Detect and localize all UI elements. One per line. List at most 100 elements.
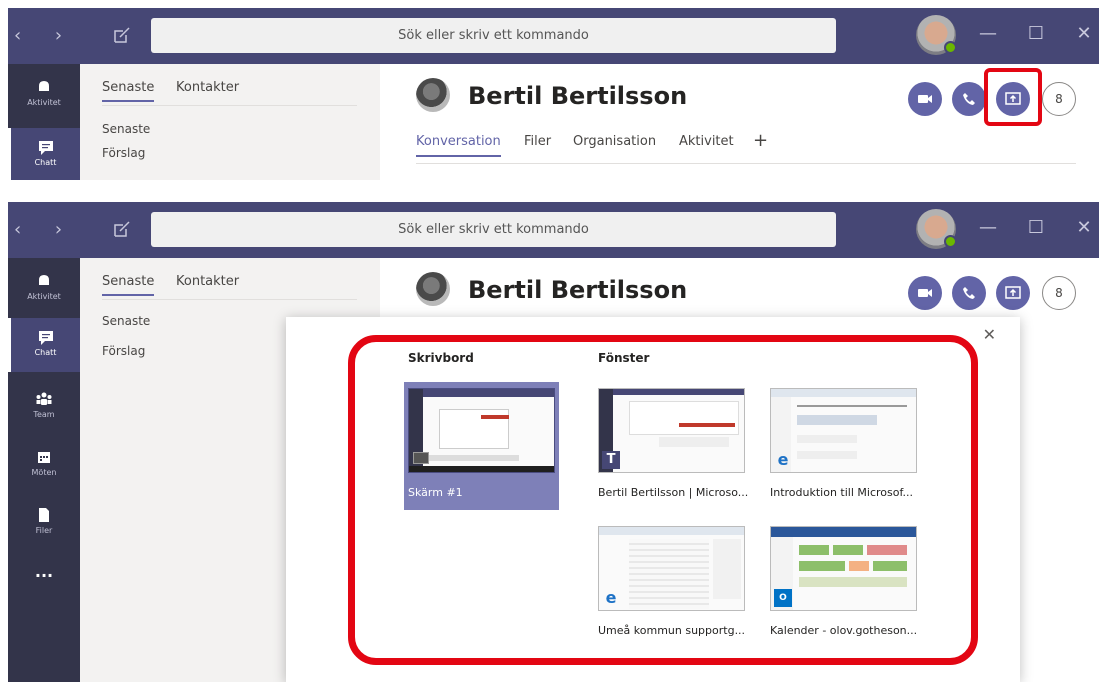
- rail-teams-label: Team: [33, 410, 55, 419]
- rail-chat-label: Chatt: [34, 348, 57, 357]
- phone-icon: [963, 93, 975, 105]
- chat-icon: [38, 331, 53, 345]
- rail-chat[interactable]: Chatt: [8, 128, 80, 180]
- window-label: Introduktion till Microsof...: [770, 486, 914, 499]
- search-input[interactable]: Sök eller skriv ett kommando: [151, 212, 836, 247]
- windows-heading: Fönster: [598, 351, 650, 365]
- desktop-screen-label: Skärm #1: [408, 486, 463, 499]
- add-people-button[interactable]: 8: [1042, 82, 1076, 116]
- video-camera-icon: [918, 95, 932, 103]
- rail-teams[interactable]: Team: [8, 384, 80, 432]
- share-screen-dialog: ✕ Skrivbord Fönster Skärm #1 T Bertil Be…: [286, 317, 1020, 682]
- presence-available-icon: [944, 41, 957, 54]
- edge-icon: e: [777, 450, 789, 469]
- window-thumbnail: T: [598, 388, 745, 473]
- window-thumbnail: e: [598, 526, 745, 611]
- desktop-thumbnail: [408, 388, 555, 473]
- add-people-button[interactable]: 8: [1042, 276, 1076, 310]
- tab-files[interactable]: Filer: [524, 134, 551, 149]
- close-window-button[interactable]: ✕: [1070, 20, 1098, 48]
- audio-call-button[interactable]: [952, 82, 986, 116]
- rail-chat-label: Chatt: [34, 158, 57, 167]
- tab-conversation[interactable]: Konversation: [416, 134, 501, 157]
- rail-files-label: Filer: [35, 526, 53, 535]
- history-nav[interactable]: ‹ ›: [14, 219, 76, 240]
- minimize-button[interactable]: —: [974, 20, 1002, 48]
- title-bar: ‹ › Sök eller skriv ett kommando — ☐ ✕: [8, 202, 1099, 258]
- divider: [102, 299, 357, 300]
- rail-activity[interactable]: Aktivitet: [8, 70, 80, 118]
- tab-activity[interactable]: Aktivitet: [679, 134, 734, 149]
- app-rail: Aktivitet Chatt: [8, 64, 80, 180]
- compose-icon[interactable]: [112, 25, 132, 45]
- window-tile-edge-support[interactable]: e Umeå kommun supportg...: [594, 520, 749, 648]
- rail-files[interactable]: Filer: [8, 500, 80, 548]
- user-avatar[interactable]: [916, 209, 957, 249]
- calendar-icon: [38, 452, 50, 463]
- teams-window-share: ‹ › Sök eller skriv ett kommando — ☐ ✕ A…: [8, 202, 1099, 682]
- chat-icon: [38, 141, 53, 155]
- teams-window-top: ‹ › Sök eller skriv ett kommando — ☐ ✕ A…: [8, 8, 1099, 180]
- teams-icon: [36, 392, 52, 405]
- list-item-recent[interactable]: Senaste: [102, 122, 150, 136]
- add-tab-button[interactable]: +: [753, 130, 768, 151]
- share-screen-button[interactable]: [996, 276, 1030, 310]
- rail-meetings-label: Möten: [31, 468, 57, 477]
- contact-avatar: [416, 272, 450, 306]
- maximize-button[interactable]: ☐: [1022, 20, 1050, 48]
- compose-icon[interactable]: [112, 219, 132, 239]
- file-icon: [39, 508, 49, 522]
- minimize-button[interactable]: —: [974, 214, 1002, 242]
- tab-contacts[interactable]: Kontakter: [176, 274, 239, 289]
- contact-name: Bertil Bertilsson: [468, 82, 688, 110]
- bell-icon: [39, 275, 49, 287]
- share-screen-icon: [1005, 286, 1021, 299]
- phone-icon: [963, 287, 975, 299]
- video-call-button[interactable]: [908, 82, 942, 116]
- search-input[interactable]: Sök eller skriv ett kommando: [151, 18, 836, 53]
- contact-avatar: [416, 78, 450, 112]
- edge-icon: e: [605, 588, 617, 607]
- window-label: Bertil Bertilsson | Microso...: [598, 486, 748, 499]
- window-label: Umeå kommun supportg...: [598, 624, 746, 637]
- desktop-heading: Skrivbord: [408, 351, 474, 365]
- tab-organisation[interactable]: Organisation: [573, 134, 656, 149]
- desktop-screen-tile[interactable]: Skärm #1: [404, 382, 559, 510]
- list-item-suggestions[interactable]: Förslag: [102, 344, 145, 358]
- chat-list-pane: Senaste Kontakter Senaste Förslag: [80, 64, 380, 180]
- share-button-highlight: [984, 68, 1042, 126]
- window-tile-edge-intro[interactable]: e Introduktion till Microsof...: [766, 382, 921, 510]
- list-item-recent[interactable]: Senaste: [102, 314, 150, 328]
- rail-activity[interactable]: Aktivitet: [8, 264, 80, 312]
- close-dialog-button[interactable]: ✕: [983, 325, 996, 344]
- tab-contacts[interactable]: Kontakter: [176, 80, 239, 95]
- window-tile-teams[interactable]: T Bertil Bertilsson | Microso...: [594, 382, 749, 510]
- maximize-button[interactable]: ☐: [1022, 214, 1050, 242]
- app-rail: Aktivitet Chatt Team Möten Filer ···: [8, 258, 80, 682]
- close-window-button[interactable]: ✕: [1070, 214, 1098, 242]
- audio-call-button[interactable]: [952, 276, 986, 310]
- divider: [416, 163, 1076, 164]
- window-tile-outlook-calendar[interactable]: O Kalender - olov.gotheson...: [766, 520, 921, 648]
- tab-recent[interactable]: Senaste: [102, 80, 155, 102]
- more-apps-button[interactable]: ···: [8, 566, 80, 596]
- rail-chat[interactable]: Chatt: [8, 318, 80, 372]
- rail-activity-label: Aktivitet: [27, 292, 61, 301]
- divider: [102, 105, 357, 106]
- outlook-icon: O: [774, 589, 792, 607]
- list-item-suggestions[interactable]: Förslag: [102, 146, 145, 160]
- monitor-icon: [413, 452, 429, 464]
- chat-main: Bertil Bertilsson 8 Konversation Filer O…: [380, 64, 1099, 180]
- history-nav[interactable]: ‹ ›: [14, 25, 76, 46]
- rail-activity-label: Aktivitet: [27, 98, 61, 107]
- title-bar: ‹ › Sök eller skriv ett kommando — ☐ ✕: [8, 8, 1099, 64]
- teams-icon: T: [602, 451, 620, 469]
- contact-name: Bertil Bertilsson: [468, 276, 688, 304]
- rail-meetings[interactable]: Möten: [8, 442, 80, 490]
- window-label: Kalender - olov.gotheson...: [770, 624, 918, 637]
- window-thumbnail: e: [770, 388, 917, 473]
- tab-recent[interactable]: Senaste: [102, 274, 155, 296]
- user-avatar[interactable]: [916, 15, 957, 55]
- video-call-button[interactable]: [908, 276, 942, 310]
- video-camera-icon: [918, 289, 932, 297]
